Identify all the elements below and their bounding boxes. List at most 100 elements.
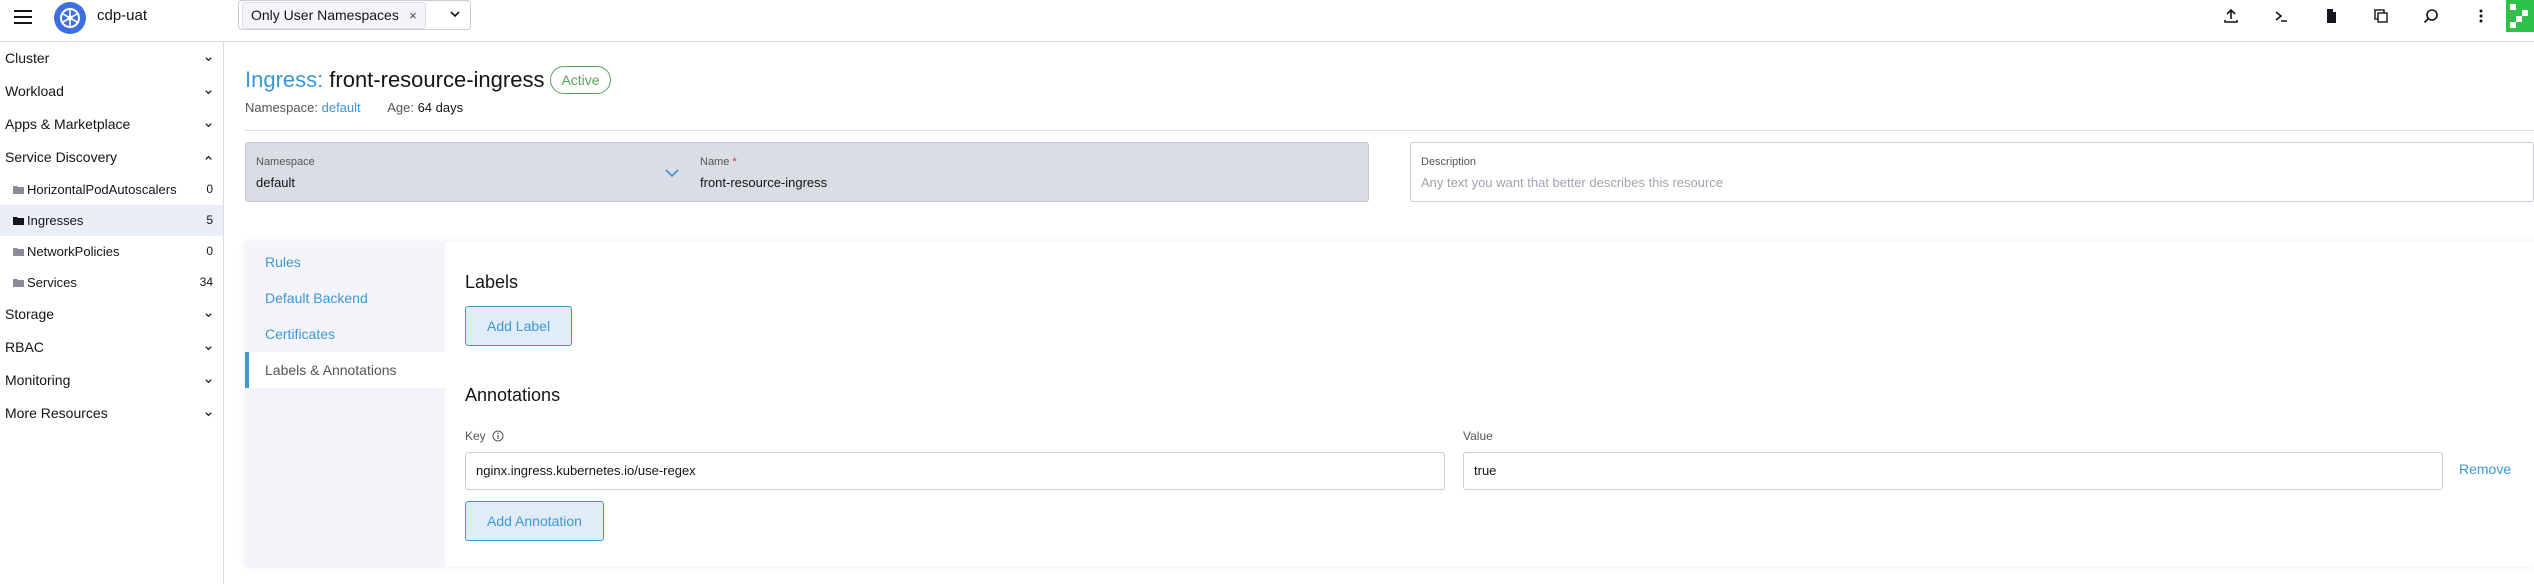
page-title: Ingress: front-resource-ingress Active [245,62,611,98]
sidebar-item-services[interactable]: Services 34 [0,267,223,298]
sidebar-group-monitoring[interactable]: Monitoring [0,364,223,397]
divider [245,130,2534,131]
name-field[interactable]: Name * front-resource-ingress [690,143,1368,201]
resource-kind-link[interactable]: Ingress: [245,67,323,93]
description-placeholder: Any text you want that better describes … [1421,175,1724,190]
folder-icon [13,248,24,256]
annotation-key-label-text: Key [465,429,486,443]
sidebar-group-label: Service Discovery [5,149,118,165]
sidebar-group-more-resources[interactable]: More Resources [0,397,223,430]
age-meta-label: Age: [387,100,414,115]
info-icon[interactable] [492,430,504,442]
menu-icon[interactable] [12,6,34,28]
sidebar-item-networkpolicies[interactable]: NetworkPolicies 0 [0,236,223,267]
sidebar-group-label: Monitoring [5,372,71,388]
sidebar-group-cluster[interactable]: Cluster [0,42,223,75]
tab-certificates[interactable]: Certificates [245,316,445,352]
user-avatar[interactable] [2506,0,2534,32]
sidebar-item-label: HorizontalPodAutoscalers [27,182,177,197]
sidebar-group-service-discovery[interactable]: Service Discovery [0,141,223,174]
chevron-down-icon [205,379,212,384]
sidebar-nav: Cluster Workload Apps & Marketplace Serv… [0,42,224,584]
sidebar-group-label: Workload [5,83,64,99]
tab-rules[interactable]: Rules [245,244,445,280]
header-actions [2206,0,2506,32]
chevron-down-icon [205,313,212,318]
cluster-name[interactable]: cdp-uat [97,7,147,24]
more-icon[interactable] [2456,1,2506,31]
add-annotation-button[interactable]: Add Annotation [465,501,604,541]
annotation-key-input[interactable]: nginx.ingress.kubernetes.io/use-regex [465,452,1445,490]
chevron-down-icon[interactable] [448,7,462,21]
required-marker: * [732,156,737,168]
annotation-value-label: Value [1463,429,1493,443]
sidebar-group-label: More Resources [5,405,108,421]
name-field-label: Name * [700,156,737,168]
sidebar-item-count: 0 [206,244,213,258]
labels-section-title: Labels [465,272,519,292]
annotations-section-title: Annotations [465,385,561,405]
remove-annotation-button[interactable]: Remove [2459,461,2511,477]
chevron-down-icon [205,90,212,95]
sidebar-group-rbac[interactable]: RBAC [0,331,223,364]
top-bar: cdp-uat Only User Namespaces × [0,0,2534,42]
age-meta-value: 64 days [417,100,464,115]
namespace-field-value: default [256,175,296,190]
sidebar-item-label: NetworkPolicies [27,244,120,259]
annotation-key-label: Key [465,429,504,443]
description-field-label: Description [1421,156,1477,168]
kubernetes-logo-icon [54,2,86,34]
main-content: Ingress: front-resource-ingress Active N… [224,42,2534,584]
resource-meta: Namespace: default Age: 64 days [245,100,463,115]
sidebar-group-label: Cluster [5,50,50,66]
resource-name: front-resource-ingress [329,67,545,92]
sidebar-item-horizontalpodautoscalers[interactable]: HorizontalPodAutoscalers 0 [0,174,223,205]
sidebar-item-count: 0 [206,182,213,196]
tabbed-panel: Rules Default Backend Certificates Label… [245,242,2534,567]
sidebar-group-label: RBAC [5,339,44,355]
sidebar-item-label: Ingresses [27,213,84,228]
name-field-value: front-resource-ingress [700,175,828,190]
kubeconfig-download-icon[interactable] [2306,1,2356,31]
tab-default-backend[interactable]: Default Backend [245,280,445,316]
sidebar-item-count: 5 [206,213,213,227]
namespace-name-group: Namespace default Name * front-resource-… [245,142,1369,202]
labels-annotations-panel: Labels Add Label Annotations Key Value n… [445,242,2534,567]
namespace-meta-link[interactable]: default [322,100,361,115]
sidebar-item-label: Services [27,275,77,290]
copy-kubeconfig-icon[interactable] [2356,1,2406,31]
namespace-field-label: Namespace [256,156,315,168]
chevron-down-icon [205,346,212,351]
description-field[interactable]: Description Any text you want that bette… [1410,142,2534,202]
namespace-filter-chip: Only User Namespaces × [242,2,426,29]
kubectl-shell-icon[interactable] [2256,1,2306,31]
sidebar-item-ingresses[interactable]: Ingresses 5 [0,205,223,236]
add-label-button[interactable]: Add Label [465,306,573,346]
sidebar-group-label: Storage [5,306,55,322]
sidebar-group-workload[interactable]: Workload [0,75,223,108]
chevron-down-icon [665,169,679,178]
namespace-filter-dropdown[interactable]: Only User Namespaces × [238,0,471,30]
search-icon[interactable] [2406,1,2456,31]
status-badge: Active [550,66,611,94]
chevron-down-icon [205,123,212,128]
side-tabs: Rules Default Backend Certificates Label… [245,242,445,567]
import-yaml-icon[interactable] [2206,1,2256,31]
namespace-filter-chip-label: Only User Namespaces [251,7,399,23]
folder-open-icon [13,217,24,225]
tab-labels-annotations[interactable]: Labels & Annotations [245,352,445,388]
folder-icon [13,186,24,194]
sidebar-group-label: Apps & Marketplace [5,116,131,132]
chevron-down-icon [205,57,212,62]
remove-chip-icon[interactable]: × [409,3,417,28]
namespace-meta-label: Namespace: [245,100,318,115]
name-field-label-text: Name [700,156,730,168]
annotation-value-input[interactable]: true [1463,452,2443,490]
folder-icon [13,279,24,287]
sidebar-group-storage[interactable]: Storage [0,298,223,331]
chevron-up-icon [205,155,212,160]
chevron-down-icon [205,412,212,417]
sidebar-group-apps-marketplace[interactable]: Apps & Marketplace [0,108,223,141]
sidebar-item-count: 34 [199,275,213,289]
namespace-select[interactable]: Namespace default [246,143,690,201]
